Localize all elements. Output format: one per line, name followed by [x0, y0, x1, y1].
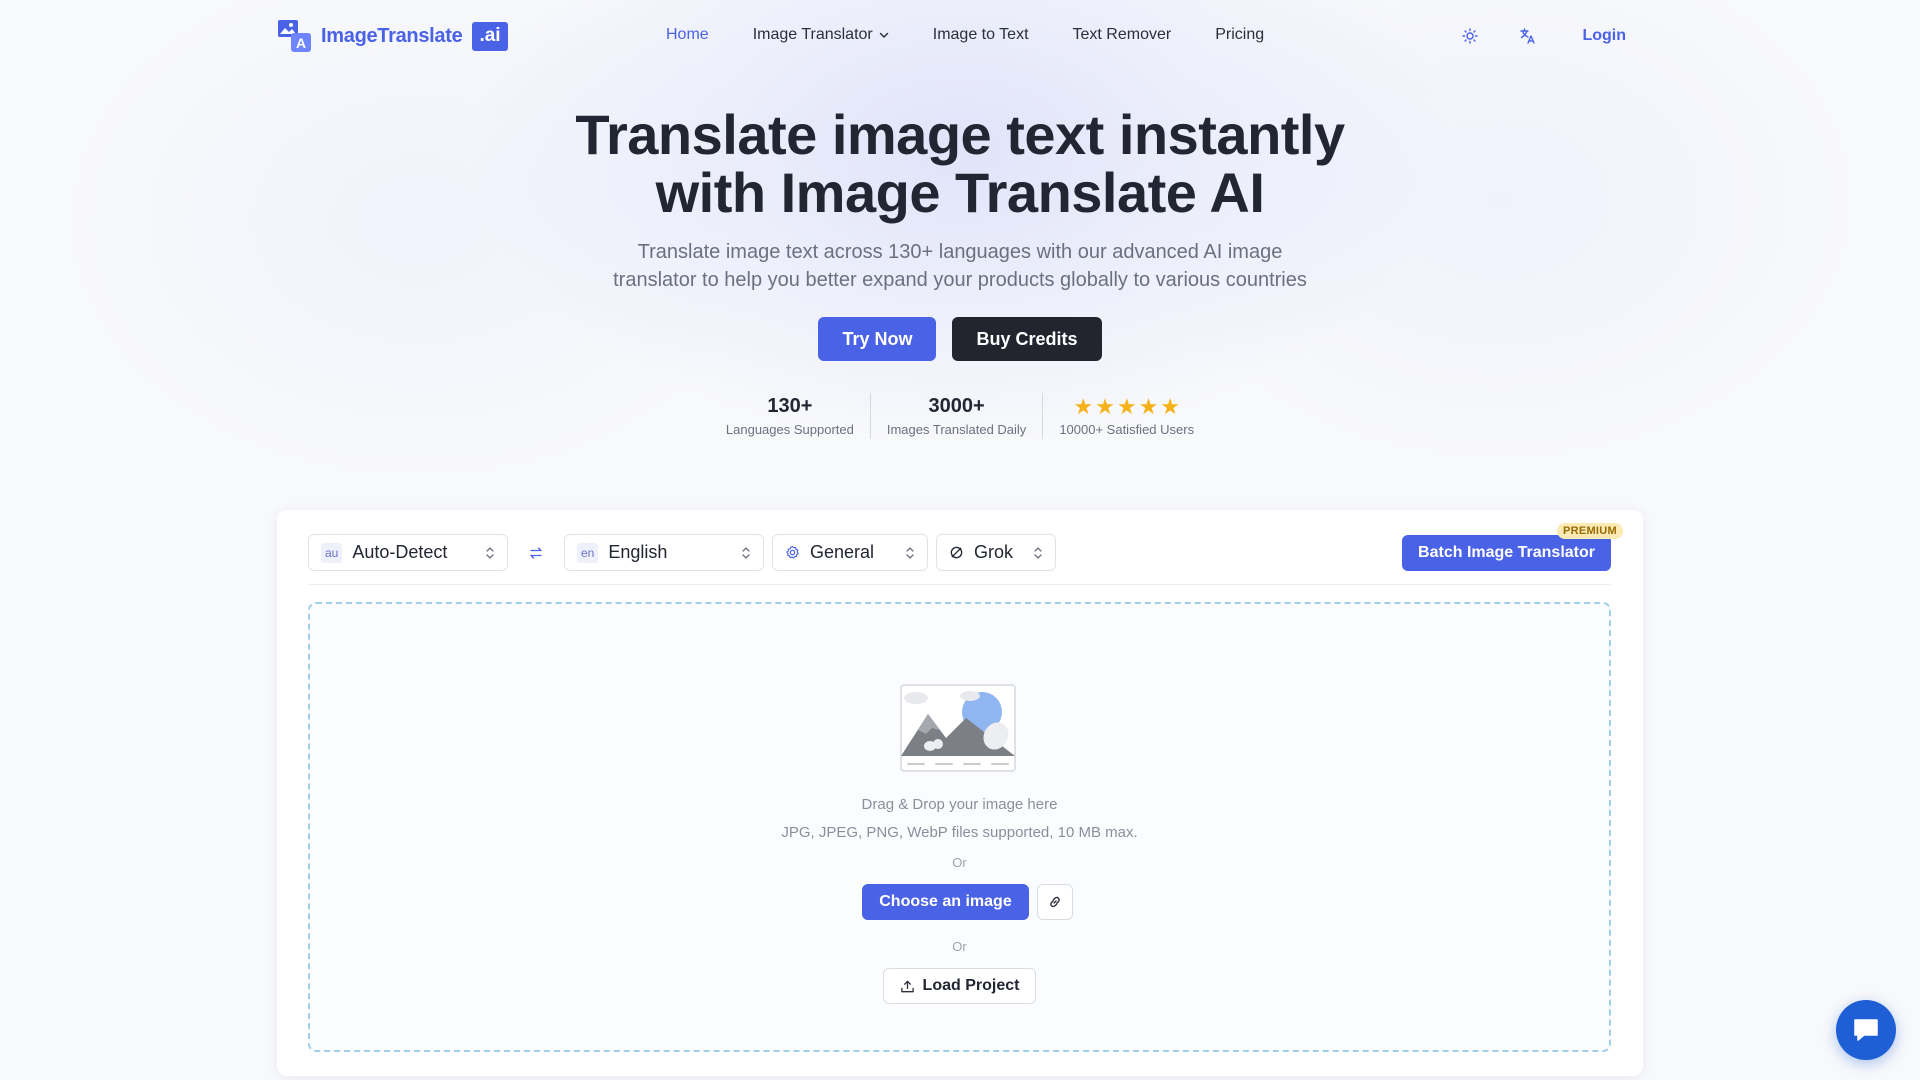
load-project-row: Load Project — [310, 968, 1609, 1004]
image-placeholder-icon — [900, 684, 1016, 772]
translation-mode-label: General — [810, 542, 875, 562]
login-link[interactable]: Login — [1582, 27, 1626, 45]
gear-icon — [786, 545, 799, 559]
logo-icon: A — [278, 20, 311, 52]
language-switch-button[interactable] — [1514, 22, 1542, 50]
stat-languages: 130+ Languages Supported — [710, 395, 870, 437]
stat-label: Images Translated Daily — [886, 422, 1027, 437]
batch-image-translator-button[interactable]: Batch Image Translator PREMIUM — [1402, 522, 1623, 571]
select-arrows-icon — [486, 547, 494, 559]
source-language-select[interactable]: au Auto-Detect — [308, 534, 508, 571]
batch-label: Batch Image Translator — [1418, 543, 1595, 561]
logo-badge: .ai — [472, 21, 508, 51]
image-dropzone[interactable]: Drag & Drop your image here JPG, JPEG, P… — [308, 602, 1611, 1052]
buy-credits-button[interactable]: Buy Credits — [952, 317, 1102, 361]
svg-text:A: A — [296, 35, 306, 51]
or-separator: Or — [952, 939, 967, 954]
premium-badge: PREMIUM — [1556, 522, 1623, 539]
star-icon: ★ — [1116, 394, 1137, 419]
nav-pricing[interactable]: Pricing — [1215, 26, 1264, 44]
stat-users: ★ ★ ★ ★ ★ 10000+ Satisfied Users — [1043, 395, 1210, 438]
source-language-code: au — [321, 542, 343, 563]
hero-section: Translate image text instantly with Imag… — [0, 106, 1920, 439]
logo-text: ImageTranslate — [321, 24, 463, 47]
star-icon: ★ — [1095, 394, 1115, 419]
hero-title-line1: Translate image text instantly — [575, 103, 1345, 166]
top-navbar: A ImageTranslate .ai Home Image Translat… — [0, 0, 1920, 72]
ai-model-select[interactable]: Grok — [936, 534, 1056, 571]
dropzone-formats: JPG, JPEG, PNG, WebP files supported, 10… — [781, 824, 1138, 841]
stats-row: 130+ Languages Supported 3000+ Images Tr… — [0, 393, 1920, 439]
swap-languages-button[interactable] — [520, 537, 552, 569]
swap-icon — [530, 546, 542, 559]
hero-subtitle: Translate image text across 130+ languag… — [600, 238, 1320, 294]
link-icon — [1050, 896, 1060, 908]
stat-value: 3000+ — [928, 395, 985, 417]
star-icon: ★ — [1160, 394, 1181, 419]
hero-title: Translate image text instantly with Imag… — [0, 106, 1920, 222]
translator-card: au Auto-Detect en English General Grok B… — [277, 510, 1643, 1076]
image-url-button[interactable] — [1036, 884, 1073, 920]
stat-images: 3000+ Images Translated Daily — [871, 395, 1042, 437]
toolbar-divider — [308, 584, 1611, 585]
nav-image-translator[interactable]: Image Translator — [753, 26, 889, 44]
dropzone-instruction: Drag & Drop your image here — [861, 796, 1058, 813]
sun-icon — [1462, 28, 1479, 44]
chat-bubble-icon — [1854, 1019, 1878, 1041]
page: A ImageTranslate .ai Home Image Translat… — [0, 0, 1920, 1080]
hero-cta-group: Try Now Buy Credits — [0, 317, 1920, 361]
logo[interactable]: A ImageTranslate .ai — [277, 18, 508, 54]
target-language-code: en — [577, 542, 599, 563]
try-now-button[interactable]: Try Now — [818, 317, 937, 361]
stat-value: 130+ — [767, 395, 813, 417]
ai-model-label: Grok — [974, 542, 1014, 562]
or-separator: Or — [952, 855, 967, 870]
translate-icon — [1520, 28, 1536, 44]
header-actions: Login — [1456, 22, 1626, 50]
select-arrows-icon — [906, 547, 914, 559]
nav-image-translator-label: Image Translator — [752, 26, 873, 43]
theme-toggle-button[interactable] — [1456, 22, 1484, 50]
chat-support-button[interactable] — [1836, 1000, 1896, 1060]
rating-stars: ★ ★ ★ ★ ★ — [1059, 395, 1194, 419]
nav-text-remover[interactable]: Text Remover — [1073, 26, 1172, 44]
grok-logo-icon — [950, 546, 963, 559]
nav-image-to-text[interactable]: Image to Text — [933, 26, 1029, 44]
upload-icon — [900, 980, 914, 992]
load-project-button[interactable]: Load Project — [882, 968, 1037, 1004]
nav-home[interactable]: Home — [666, 26, 709, 44]
load-project-label: Load Project — [922, 977, 1020, 994]
main-nav: Home Image Translator Image to Text Text… — [666, 26, 1264, 44]
stat-label: 10000+ Satisfied Users — [1059, 422, 1195, 437]
hero-subtitle-line1: Translate image text across 130+ languag… — [637, 241, 1283, 263]
hero-subtitle-line2: translator to help you better expand you… — [613, 269, 1307, 291]
source-language-label: Auto-Detect — [352, 542, 448, 562]
stat-label: Languages Supported — [725, 422, 854, 437]
target-language-label: English — [608, 542, 668, 562]
translation-mode-select[interactable]: General — [772, 534, 928, 571]
star-icon: ★ — [1073, 394, 1094, 419]
star-icon: ★ — [1138, 394, 1159, 419]
translator-toolbar: au Auto-Detect en English General Grok B… — [308, 522, 1623, 571]
chevron-down-icon — [879, 32, 888, 39]
choose-image-button[interactable]: Choose an image — [862, 884, 1029, 920]
select-arrows-icon — [1034, 547, 1042, 559]
hero-title-line2: with Image Translate AI — [655, 161, 1265, 224]
upload-actions: Choose an image — [310, 884, 1609, 920]
target-language-select[interactable]: en English — [564, 534, 764, 571]
select-arrows-icon — [742, 547, 750, 559]
